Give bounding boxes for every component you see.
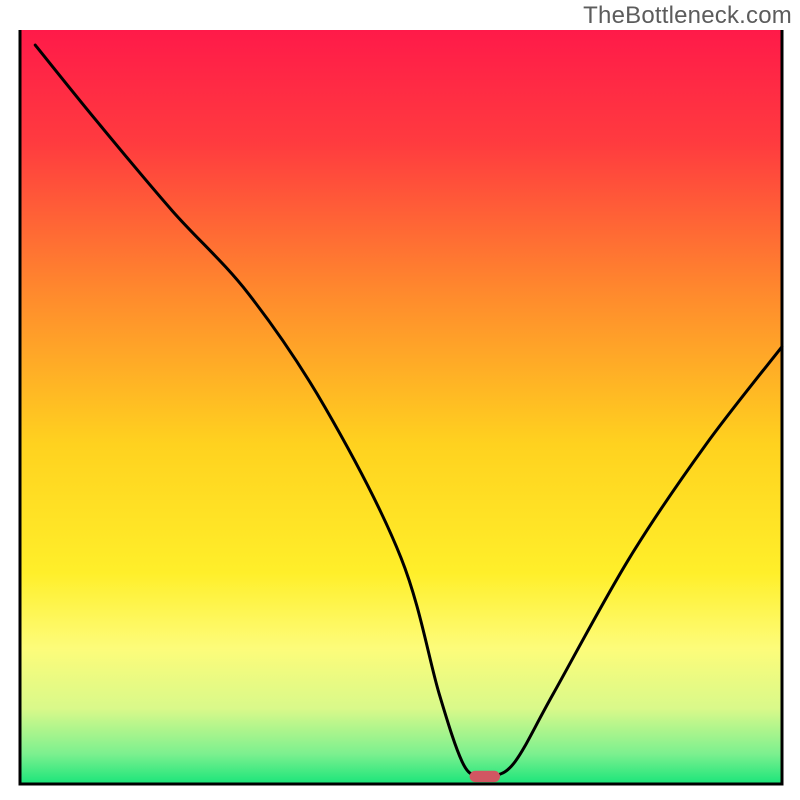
bottleneck-chart	[0, 0, 800, 800]
chart-container: { "watermark": "TheBottleneck.com", "cha…	[0, 0, 800, 800]
chart-background	[20, 30, 782, 784]
optimal-marker	[470, 771, 500, 782]
watermark-text: TheBottleneck.com	[583, 2, 792, 30]
